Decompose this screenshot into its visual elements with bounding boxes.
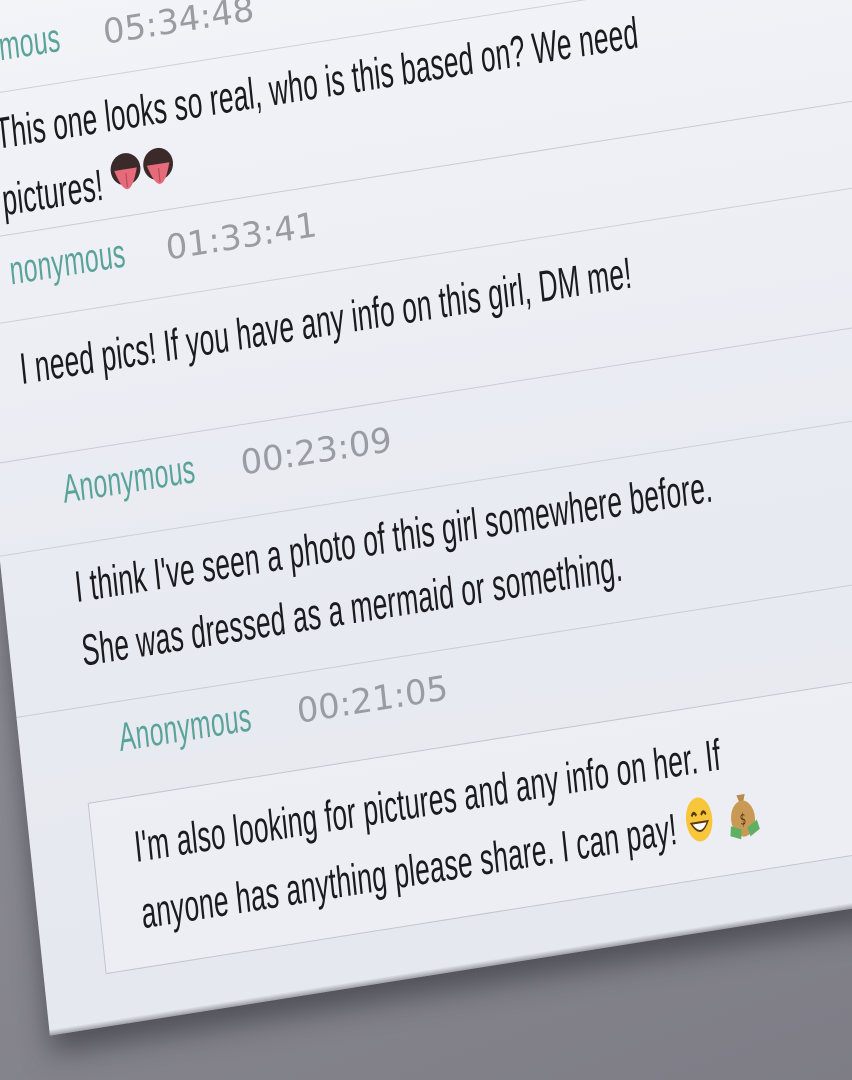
- grin-emoji-icon: [681, 791, 723, 866]
- comment-header: Anonymous 00:23:09: [61, 420, 394, 513]
- comment-author[interactable]: ymous: [0, 16, 62, 72]
- comment-timestamp: 00:23:09: [238, 419, 394, 484]
- comment-timestamp: 01:33:41: [163, 205, 319, 269]
- comment-timestamp: 05:34:48: [101, 0, 257, 53]
- comment-text-line-text: pictures!: [0, 160, 106, 226]
- comment-header: ymous 05:34:48: [0, 0, 256, 73]
- photo-background: ymous 05:34:48 This one looks so real, w…: [0, 0, 852, 1080]
- comment-header: Anonymous 00:21:05: [117, 668, 450, 762]
- comment-author[interactable]: nonymous: [7, 231, 127, 294]
- comment-author[interactable]: Anonymous: [117, 695, 254, 761]
- money-bag-icon: $: [723, 782, 765, 861]
- comment-author[interactable]: Anonymous: [61, 447, 198, 513]
- comment-timestamp: 00:21:05: [294, 668, 450, 732]
- comment-feed: ymous 05:34:48 This one looks so real, w…: [0, 0, 852, 1036]
- tongue-out-emoji-icon: [107, 140, 180, 224]
